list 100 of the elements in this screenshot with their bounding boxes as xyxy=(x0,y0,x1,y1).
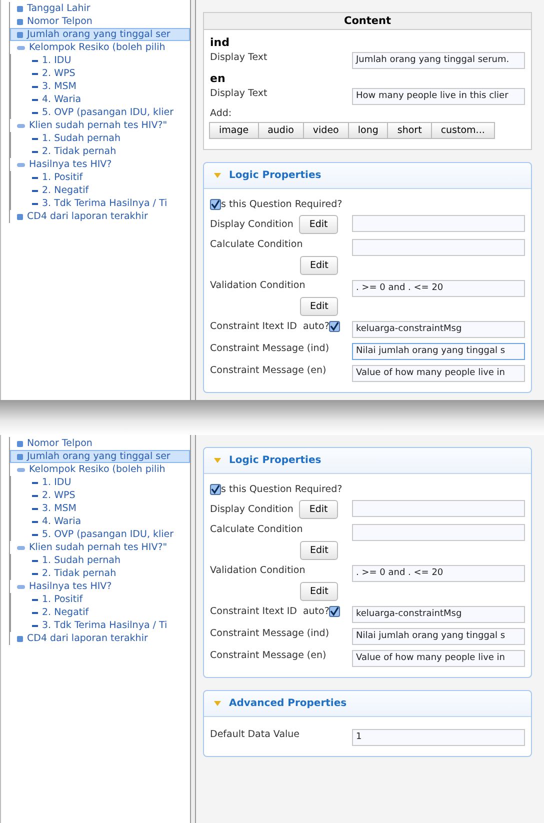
field-label: Constraint Message (ind) xyxy=(210,343,330,354)
text-field[interactable]: 1 xyxy=(352,729,525,746)
logic-properties-header[interactable]: Logic Properties xyxy=(204,448,531,474)
edit-button[interactable]: Edit xyxy=(299,500,338,519)
tree-item[interactable]: 2. Negatif xyxy=(25,184,190,197)
tree-item[interactable]: 1. IDU xyxy=(25,476,190,489)
text-field[interactable]: Nilai jumlah orang yang tinggal s xyxy=(352,343,525,360)
field-label: Display Text xyxy=(210,52,268,63)
edit-button[interactable]: Edit xyxy=(300,582,338,601)
tree-item[interactable]: Nomor Telpon xyxy=(10,437,190,450)
checkbox[interactable] xyxy=(329,321,340,332)
group-icon xyxy=(17,124,25,128)
tree-item[interactable]: Jumlah orang yang tinggal ser xyxy=(10,28,190,41)
text-field[interactable]: keluarga-constraintMsg xyxy=(352,321,525,338)
tree-item[interactable]: 4. Waria xyxy=(25,93,190,106)
logic-properties-header[interactable]: Logic Properties xyxy=(204,163,531,189)
edit-button[interactable]: Edit xyxy=(299,215,338,234)
add-media-button[interactable]: long xyxy=(348,122,388,139)
add-media-button[interactable]: image xyxy=(209,122,259,139)
field-label: Constraint Message (en) xyxy=(210,365,328,376)
text-field[interactable]: Jumlah orang yang tinggal serum. xyxy=(352,52,525,69)
add-media-button[interactable]: short xyxy=(387,122,432,139)
tree-item[interactable]: Kelompok Resiko (boleh pilih xyxy=(10,41,190,54)
tree-item[interactable]: CD4 dari laporan terakhir xyxy=(10,632,190,645)
tree-item[interactable]: 3. MSM xyxy=(25,80,190,93)
dash-icon xyxy=(32,560,38,562)
tree-item[interactable]: 3. Tdk Terima Hasilnya / Ti xyxy=(25,619,190,632)
edit-button[interactable]: Edit xyxy=(300,541,338,560)
question-icon xyxy=(17,32,23,38)
text-field[interactable]: Nilai jumlah orang yang tinggal s xyxy=(352,628,525,645)
dash-icon xyxy=(32,598,38,600)
tree-item[interactable]: 1. Sudah pernah xyxy=(25,554,190,567)
dash-icon xyxy=(32,150,38,152)
field-label: Constraint Itext ID xyxy=(210,606,297,617)
dash-icon xyxy=(32,508,38,510)
dash-icon xyxy=(32,482,38,484)
checkbox[interactable] xyxy=(210,484,221,495)
tree-item[interactable]: Klien sudah pernah tes HIV?" xyxy=(10,119,190,132)
add-media-button[interactable]: custom... xyxy=(430,122,495,139)
field-label: Display Condition xyxy=(210,219,294,230)
dash-icon xyxy=(32,624,38,626)
field-label: Display Condition xyxy=(210,504,294,515)
text-field[interactable] xyxy=(352,524,525,541)
dash-icon xyxy=(32,176,38,178)
tree-item[interactable]: 1. Positif xyxy=(25,593,190,606)
tree-item[interactable]: 1. Positif xyxy=(25,171,190,184)
field-label: Validation Condition xyxy=(210,280,306,291)
add-label: Add: xyxy=(210,108,233,119)
checkbox[interactable] xyxy=(210,199,221,210)
dash-icon xyxy=(32,494,38,496)
tree-item[interactable]: Kelompok Resiko (boleh pilih xyxy=(10,463,190,476)
tree-item[interactable]: Tanggal Lahir xyxy=(10,2,190,15)
text-field[interactable] xyxy=(352,239,525,256)
tree-item[interactable]: 4. Waria xyxy=(25,515,190,528)
text-field[interactable] xyxy=(352,500,525,517)
text-field[interactable]: Value of how many people live in xyxy=(352,650,525,667)
auto-label: auto? xyxy=(302,606,330,617)
tree-item[interactable]: 2. WPS xyxy=(25,489,190,502)
tree-item[interactable]: 1. IDU xyxy=(25,54,190,67)
text-field[interactable]: Value of how many people live in xyxy=(352,365,525,382)
tree-item[interactable]: 2. Tidak pernah xyxy=(25,145,190,158)
dash-icon xyxy=(32,572,38,574)
text-field[interactable]: How many people live in this clier xyxy=(352,88,525,105)
text-field[interactable]: . >= 0 and . <= 20 xyxy=(352,280,525,297)
checkbox[interactable] xyxy=(329,606,340,617)
advanced-properties-header[interactable]: Advanced Properties xyxy=(204,691,531,717)
caret-icon xyxy=(214,173,221,178)
field-label: Default Data Value xyxy=(210,729,301,740)
add-media-button[interactable]: audio xyxy=(258,122,304,139)
section-title: Logic Properties xyxy=(229,455,322,466)
tree-item[interactable]: 1. Sudah pernah xyxy=(25,132,190,145)
text-field[interactable]: keluarga-constraintMsg xyxy=(352,606,525,623)
tree-item[interactable]: Klien sudah pernah tes HIV?" xyxy=(10,541,190,554)
tree-item[interactable]: Hasilnya tes HIV? xyxy=(10,158,190,171)
tree-item[interactable]: CD4 dari laporan terakhir xyxy=(10,210,190,223)
tree-item[interactable]: Jumlah orang yang tinggal ser xyxy=(10,450,190,463)
edit-button[interactable]: Edit xyxy=(300,297,338,316)
tree-item[interactable]: Nomor Telpon xyxy=(10,15,190,28)
dash-icon xyxy=(32,72,38,74)
field-label: Validation Condition xyxy=(210,565,306,576)
dash-icon xyxy=(32,138,38,140)
checkbox-label: s this Question Required? xyxy=(221,199,342,210)
dash-icon xyxy=(32,520,38,522)
group-icon xyxy=(17,162,25,166)
content-title: Content xyxy=(204,13,531,30)
question-icon xyxy=(17,214,23,220)
add-media-button[interactable]: video xyxy=(302,122,349,139)
tree-item[interactable]: 2. Tidak pernah xyxy=(25,567,190,580)
text-field[interactable]: . >= 0 and . <= 20 xyxy=(352,565,525,582)
tree-item[interactable]: 3. MSM xyxy=(25,502,190,515)
tree-item[interactable]: Hasilnya tes HIV? xyxy=(10,580,190,593)
field-label: Constraint Itext ID xyxy=(210,321,297,332)
tree-item[interactable]: 2. Negatif xyxy=(25,606,190,619)
text-field[interactable] xyxy=(352,215,525,232)
edit-button[interactable]: Edit xyxy=(300,256,338,275)
tree-item[interactable]: 3. Tdk Terima Hasilnya / Ti xyxy=(25,197,190,210)
tree-item[interactable]: 5. OVP (pasangan IDU, klier xyxy=(25,528,190,541)
section-title: Advanced Properties xyxy=(229,698,347,709)
tree-item[interactable]: 5. OVP (pasangan IDU, klier xyxy=(25,106,190,119)
tree-item[interactable]: 2. WPS xyxy=(25,67,190,80)
